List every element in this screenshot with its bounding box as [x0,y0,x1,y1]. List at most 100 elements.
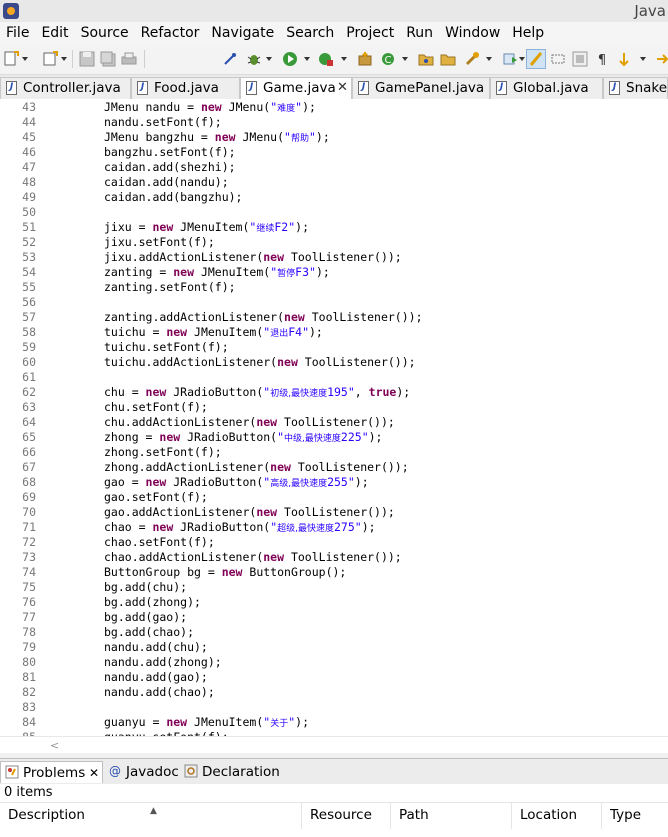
code-line[interactable]: caidan.add(bangzhu); [104,190,242,204]
save-all-icon[interactable] [100,51,116,67]
menu-run[interactable]: Run [400,25,439,41]
code-editor[interactable]: 43 44 45 46 47 48 49 50 51 52 53 54 55 56 57 58 59 60 61 62… [0,99,668,736]
code-line[interactable]: guanyu = new JMenuItem("关于"); [104,715,309,729]
toggle-mark-occurrences-icon[interactable] [526,49,546,69]
toggle-block-selection-icon[interactable] [550,51,566,67]
menu-window[interactable]: Window [439,25,506,41]
pin-icon[interactable] [222,51,238,67]
code-line[interactable]: zhong = new JRadioButton("中级,最快速度225"); [104,430,382,444]
code-line[interactable]: gao.addActionListener(new ToolListener()… [104,505,395,519]
open-task-icon[interactable] [440,51,456,67]
editor-tab-global-java[interactable]: J Global.java [490,77,603,99]
code-line[interactable]: chao = new JRadioButton("超级,最快速度275"); [104,520,376,534]
panel-tab-declaration[interactable]: Declaration [180,761,280,783]
navigate-forward-icon[interactable] [654,51,668,67]
code-line[interactable]: gao = new JRadioButton("高级,最快速度255"); [104,475,369,489]
code-line[interactable]: caidan.add(nandu); [104,175,229,189]
debug-icon[interactable] [246,51,262,67]
code-line[interactable]: nandu.add(chu); [104,640,208,654]
editor-tab-gamepanel-java[interactable]: J GamePanel.java [352,77,490,99]
code-line[interactable]: chu.addActionListener(new ToolListener()… [104,415,395,429]
editor-tab-game-java[interactable]: J Game.java ✕ [240,77,352,100]
next-annotation-icon[interactable] [502,51,518,67]
show-whitespace-icon[interactable] [572,51,588,67]
code-line[interactable]: gao.setFont(f); [104,490,208,504]
column-header-path[interactable]: Path [391,803,512,829]
code-line[interactable]: tuichu = new JMenuItem("退出F4"); [104,325,323,339]
code-line[interactable]: jixu = new JMenuItem("继续F2"); [104,220,309,234]
search-icon[interactable] [464,51,480,67]
open-type-icon[interactable] [418,51,434,67]
run-dropdown-icon[interactable] [304,57,310,61]
save-icon[interactable] [79,51,95,67]
code-text: JMenuItem( [187,715,264,729]
code-line[interactable]: zanting.setFont(f); [104,280,236,294]
code-line[interactable]: bg.add(chu); [104,580,187,594]
menu-search[interactable]: Search [280,25,340,41]
last-edit-icon[interactable]: ¶ [594,51,610,68]
menu-edit[interactable]: Edit [35,25,74,41]
code-line[interactable]: nandu.setFont(f); [104,115,222,129]
new-class-icon[interactable] [42,51,58,67]
code-line[interactable]: nandu.add(zhong); [104,655,222,669]
menu-help[interactable]: Help [506,25,550,41]
editor-tab-food-java[interactable]: J Food.java [131,77,240,99]
new-package-icon[interactable] [357,51,373,67]
code-line[interactable]: chao.setFont(f); [104,535,215,549]
code-line[interactable]: chao.addActionListener(new ToolListener(… [104,550,402,564]
panel-tab-javadoc[interactable]: @ Javadoc [104,761,180,783]
menu-source[interactable]: Source [75,25,135,41]
code-text: JRadioButton( [180,430,278,444]
menu-file[interactable]: File [0,25,35,41]
code-line[interactable]: JMenu nandu = new JMenu("难度"); [104,100,316,114]
code-line[interactable]: nandu.add(chao); [104,685,215,699]
code-line[interactable]: ButtonGroup bg = new ButtonGroup(); [104,565,346,579]
column-header-type[interactable]: Type [602,803,668,829]
code-line[interactable]: chu.setFont(f); [104,400,208,414]
editor-tab-controller-java[interactable]: J Controller.java [0,77,131,99]
code-line[interactable]: zhong.setFont(f); [104,445,222,459]
run-icon[interactable] [282,51,298,67]
code-line[interactable]: chu = new JRadioButton("初级,最快速度195", tru… [104,385,410,399]
new-java-class-dropdown-icon[interactable] [402,57,408,61]
external-tools-icon[interactable] [318,51,334,67]
menu-project[interactable]: Project [340,25,400,41]
navigate-back-icon[interactable] [616,51,632,67]
code-line[interactable]: bg.add(zhong); [104,595,201,609]
print-icon[interactable] [121,51,137,67]
scroll-left-icon[interactable]: < [50,739,59,752]
new-java-class-icon[interactable]: C [380,51,396,67]
editor-tab-snake-j[interactable]: J Snake.j [603,77,668,99]
panel-tab-problems[interactable]: Problems ✕ [0,761,103,783]
code-line[interactable]: nandu.add(gao); [104,670,208,684]
external-tools-dropdown-icon[interactable] [341,57,347,61]
new-class-dropdown-icon[interactable] [61,57,67,61]
menu-refactor[interactable]: Refactor [135,25,206,41]
code-line[interactable]: bangzhu.setFont(f); [104,145,236,159]
code-line[interactable]: caidan.add(shezhi); [104,160,236,174]
new-icon[interactable] [3,51,19,67]
code-line[interactable]: JMenu bangzhu = new JMenu("帮助"); [104,130,330,144]
column-header-description[interactable]: ▲ Description [0,803,302,829]
new-dropdown-icon[interactable] [22,57,28,61]
horizontal-scrollbar[interactable]: < [0,736,668,753]
code-line[interactable]: bg.add(gao); [104,610,187,624]
menu-navigate[interactable]: Navigate [205,25,280,41]
next-annotation-dropdown-icon[interactable] [519,57,525,61]
debug-dropdown-icon[interactable] [266,57,272,61]
column-header-location[interactable]: Location [512,803,602,829]
code-line[interactable]: jixu.addActionListener(new ToolListener(… [104,250,402,264]
code-line[interactable]: bg.add(chao); [104,625,194,639]
close-panel-icon[interactable]: ✕ [85,766,99,780]
code-line[interactable]: zanting = new JMenuItem("暂停F3"); [104,265,330,279]
column-header-resource[interactable]: Resource [302,803,391,829]
code-line[interactable]: zanting.addActionListener(new ToolListen… [104,310,423,324]
code-line[interactable]: jixu.setFont(f); [104,235,215,249]
code-line[interactable]: zhong.addActionListener(new ToolListener… [104,460,409,474]
code-line[interactable]: tuichu.addActionListener(new ToolListene… [104,355,416,369]
code-line[interactable]: tuichu.setFont(f); [104,340,229,354]
code-keyword: new [166,715,188,729]
search-dropdown-icon[interactable] [486,57,492,61]
close-tab-icon[interactable]: ✕ [337,78,348,98]
navigate-back-dropdown-icon[interactable] [640,57,646,61]
